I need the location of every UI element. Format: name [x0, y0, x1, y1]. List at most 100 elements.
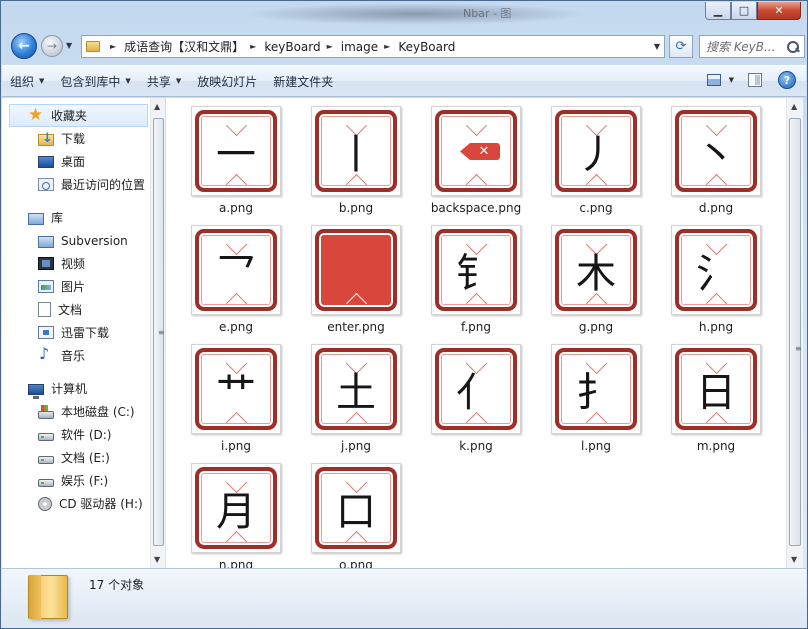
breadcrumb-chevron-icon[interactable]: ► [250, 42, 256, 51]
include-in-library-button[interactable]: 包含到库中 ▼ [52, 69, 138, 93]
sidebar-item-music[interactable]: 音乐 [2, 344, 150, 367]
file-thumbnail: 扌 [551, 344, 641, 434]
details-pane: 17 个对象 [2, 568, 806, 626]
file-item[interactable]: 日 m.png [656, 344, 776, 463]
keyboard-key-image: 乛 [195, 229, 277, 311]
sidebar-item-recent-places[interactable]: 最近访问的位置 [2, 173, 150, 196]
close-button[interactable]: ✕ [757, 2, 801, 20]
file-name: f.png [460, 320, 491, 334]
back-arrow-icon[interactable]: ← [11, 33, 37, 59]
nav-scrollbar[interactable]: ▲ ≡ ▼ [150, 98, 165, 568]
file-thumbnail: 艹 [191, 344, 281, 434]
file-item[interactable]: 亻 k.png [416, 344, 536, 463]
view-options-dropdown-icon[interactable]: ▼ [729, 76, 734, 84]
file-item[interactable]: 艹 i.png [176, 344, 296, 463]
file-item[interactable]: 口 o.png [296, 463, 416, 568]
sidebar-item-drive-e[interactable]: 文档 (E:) [2, 446, 150, 469]
sidebar-item-downloads[interactable]: 下载 [2, 127, 150, 150]
change-view-icon[interactable] [706, 74, 721, 86]
file-grid: 一 a.png 丨 b.png ✕ backspace.png 丿 c.png 丶 d.png 乛 e… [176, 106, 776, 568]
address-bar[interactable]: ► 成语查询【汉和文鼎】 ► keyBoard ► image ► KeyBoard … [81, 35, 665, 58]
sidebar-group-favorites[interactable]: 收藏夹 [9, 104, 148, 127]
scroll-up-icon[interactable]: ▲ [791, 102, 797, 111]
address-dropdown-icon[interactable]: ▼ [654, 42, 660, 51]
breadcrumb-item[interactable]: KeyBoard [398, 40, 455, 54]
key-glyph: 月 [216, 489, 256, 535]
content-scrollbar[interactable]: ▲ ≡ ▼ [786, 98, 803, 568]
sidebar-item-drive-h[interactable]: CD 驱动器 (H:) [2, 492, 150, 515]
library-icon [28, 212, 44, 225]
new-folder-button[interactable]: 新建文件夹 [265, 69, 341, 93]
sidebar-item-desktop[interactable]: 桌面 [2, 150, 150, 173]
file-name: d.png [698, 201, 734, 215]
sidebar-item-drive-d[interactable]: 软件 (D:) [2, 423, 150, 446]
scrollbar-thumb[interactable]: ≡ [789, 118, 802, 546]
toolbar-right: ▼ ? [706, 71, 796, 89]
dropdown-arrow-icon: ▼ [125, 77, 131, 85]
keyboard-key-image: 丨 [315, 110, 397, 192]
scroll-up-icon[interactable]: ▲ [154, 102, 160, 111]
share-button[interactable]: 共享 ▼ [139, 69, 189, 93]
key-glyph: 木 [576, 251, 616, 297]
breadcrumb-item[interactable]: 成语查询【汉和文鼎】 ► [124, 38, 264, 55]
file-item[interactable]: 丿 c.png [536, 106, 656, 225]
preview-pane-icon[interactable] [748, 73, 762, 87]
file-name: l.png [581, 439, 611, 453]
file-item[interactable]: 月 n.png [176, 463, 296, 568]
refresh-icon: ⟳ [675, 39, 687, 54]
sidebar-item-subversion[interactable]: Subversion [2, 229, 150, 252]
file-thumbnail: 木 [551, 225, 641, 315]
file-item[interactable]: 丶 d.png [656, 106, 776, 225]
keyboard-key-image: 口 [315, 467, 397, 549]
file-item[interactable]: 扌 l.png [536, 344, 656, 463]
sidebar-item-documents[interactable]: 文档 [2, 298, 150, 321]
file-item[interactable]: 氵 h.png [656, 225, 776, 344]
sidebar-item-thunder-downloads[interactable]: 迅雷下载 [2, 321, 150, 344]
sidebar-item-pictures[interactable]: 图片 [2, 275, 150, 298]
breadcrumb-chevron-icon[interactable]: ► [384, 42, 390, 51]
scroll-down-icon[interactable]: ▼ [791, 555, 797, 564]
help-icon[interactable]: ? [778, 71, 796, 89]
keyboard-key-image: ✕ [435, 110, 517, 192]
recent-pages-dropdown-icon[interactable]: ▼ [66, 41, 72, 50]
file-item[interactable]: ✕ backspace.png [416, 106, 536, 225]
search-icon[interactable] [786, 40, 800, 54]
sidebar-group-label: 计算机 [51, 382, 88, 396]
scrollbar-thumb[interactable]: ≡ [153, 118, 165, 546]
title-bar[interactable]: Nbar - 图 ▁ □ ✕ [1, 1, 807, 29]
sidebar-item-videos[interactable]: 视频 [2, 252, 150, 275]
sidebar-group-computer[interactable]: 计算机 [2, 377, 150, 400]
file-name: i.png [221, 439, 251, 453]
organize-button[interactable]: 组织 ▼ [2, 69, 52, 93]
slideshow-button[interactable]: 放映幻灯片 [189, 69, 265, 93]
refresh-button[interactable]: ⟳ [669, 35, 693, 58]
scroll-down-icon[interactable]: ▼ [154, 555, 160, 564]
maximize-button[interactable]: □ [731, 2, 757, 20]
search-box[interactable]: 搜索 KeyB... [699, 35, 805, 58]
sidebar-group-libraries[interactable]: 库 [2, 206, 150, 229]
breadcrumb-item[interactable]: keyBoard ► [264, 40, 340, 54]
file-item[interactable]: 一 a.png [176, 106, 296, 225]
keyboard-key-image: 钅 [435, 229, 517, 311]
breadcrumb-chevron-icon[interactable]: ► [327, 42, 333, 51]
sidebar-item-label: 娱乐 (F:) [61, 474, 109, 488]
minimize-button[interactable]: ▁ [705, 2, 731, 20]
sidebar-item-drive-c[interactable]: 本地磁盘 (C:) [2, 400, 150, 423]
breadcrumb-chevron-icon[interactable]: ► [110, 42, 116, 51]
file-item[interactable]: 乛 e.png [176, 225, 296, 344]
file-name: j.png [341, 439, 371, 453]
search-input[interactable]: 搜索 KeyB... [706, 38, 786, 55]
breadcrumb-root-chevron: ► [104, 42, 124, 51]
file-item[interactable]: 丨 b.png [296, 106, 416, 225]
key-glyph: 扌 [576, 370, 616, 416]
breadcrumb-item[interactable]: image ► [341, 40, 399, 54]
file-item[interactable]: 土 j.png [296, 344, 416, 463]
desktop-icon [38, 156, 54, 168]
sidebar-item-drive-f[interactable]: 娱乐 (F:) [2, 469, 150, 492]
file-item[interactable]: 钅 f.png [416, 225, 536, 344]
file-item[interactable]: 木 g.png [536, 225, 656, 344]
file-item[interactable]: enter.png [296, 225, 416, 344]
forward-arrow-icon[interactable]: → [41, 35, 63, 57]
thunder-download-icon [38, 326, 54, 339]
nav-gap [2, 196, 150, 206]
